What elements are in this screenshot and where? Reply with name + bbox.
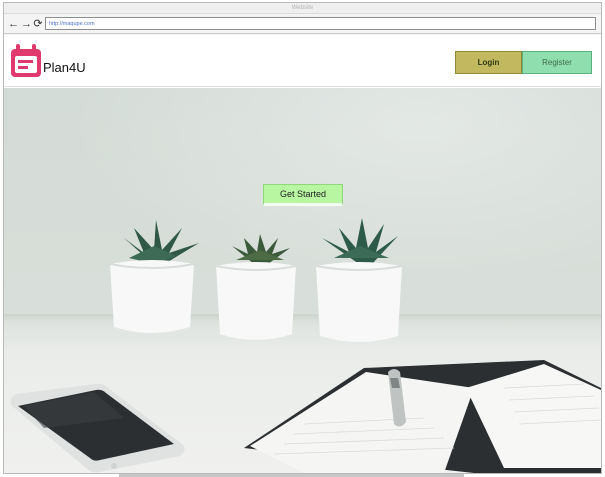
reload-icon[interactable]: ⟳ [33, 18, 43, 30]
browser-window: Website ← → ⟳ http://maqupe.com Plan4U L… [3, 2, 602, 477]
smartphone-photo [10, 383, 185, 473]
brand-name[interactable]: Plan4U [43, 60, 86, 75]
login-button[interactable]: Login [455, 51, 522, 74]
calendar-icon [11, 44, 41, 77]
notebook-photo [244, 360, 601, 473]
back-arrow-icon[interactable]: ← [8, 18, 19, 30]
web-page: Plan4U Login Register Get Started [4, 35, 601, 473]
plant-left [109, 220, 199, 335]
hero-section: Get Started [4, 88, 601, 473]
register-button[interactable]: Register [522, 51, 592, 74]
desk-plants-photo [10, 218, 601, 473]
site-header: Plan4U Login Register [4, 35, 601, 87]
forward-arrow-icon[interactable]: → [21, 18, 32, 30]
plant-middle [215, 234, 297, 340]
address-bar: ← → ⟳ http://maqupe.com [4, 14, 601, 34]
get-started-button[interactable]: Get Started [263, 184, 343, 206]
url-field[interactable]: http://maqupe.com [45, 17, 596, 30]
plant-right [315, 218, 403, 342]
window-title: Website [4, 3, 601, 14]
